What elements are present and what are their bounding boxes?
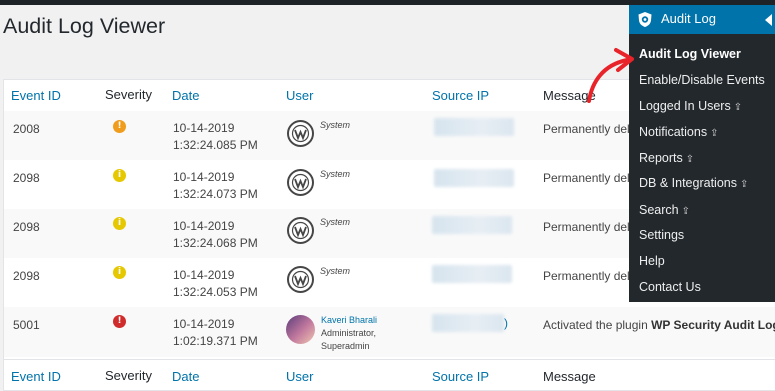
annotation-arrow-icon bbox=[587, 48, 634, 103]
